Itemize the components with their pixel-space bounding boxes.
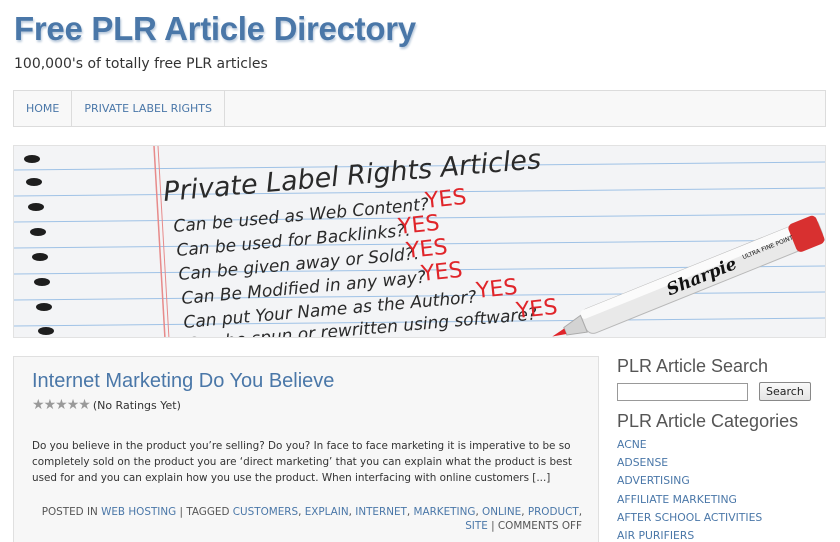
star-icon[interactable]: ★ xyxy=(44,398,57,412)
site-tagline: 100,000's of totally free PLR articles xyxy=(14,56,268,72)
category-item-air-purifiers[interactable]: AIR PURIFIERS xyxy=(617,527,827,542)
star-icon[interactable]: ★ xyxy=(78,398,91,412)
post-rating: ★ ★ ★ ★ ★ (No Ratings Yet) xyxy=(32,398,181,412)
star-icon[interactable]: ★ xyxy=(55,398,68,412)
search-input[interactable] xyxy=(617,382,748,401)
nav-item-private-label-rights[interactable]: PRIVATE LABEL RIGHTS xyxy=(72,91,225,126)
banner-answer-4: YES xyxy=(419,258,464,287)
banner-answer-6: YES xyxy=(514,295,559,324)
post-meta: POSTED IN WEB HOSTING | TAGGED CUSTOMERS… xyxy=(41,506,582,532)
banner-answer-1: YES xyxy=(423,185,468,214)
banner-notebook-image: Private Label Rights Articles Can be use… xyxy=(14,146,825,337)
post-card: Internet Marketing Do You Believe ★ ★ ★ … xyxy=(13,356,599,542)
post-excerpt: Do you believe in the product you’re sel… xyxy=(32,440,572,484)
tag-link-online[interactable]: ONLINE xyxy=(482,506,521,518)
sidebar: PLR Article Search Search PLR Article Ca… xyxy=(617,356,827,542)
tagged-label: TAGGED xyxy=(186,506,230,518)
tag-link-customers[interactable]: CUSTOMERS xyxy=(233,506,298,518)
category-item-advertising[interactable]: ADVERTISING xyxy=(617,472,827,490)
search-widget-title: PLR Article Search xyxy=(617,356,769,376)
category-list: ACNE ADSENSE ADVERTISING AFFILIATE MARKE… xyxy=(617,436,827,542)
search-button[interactable]: Search xyxy=(759,382,811,401)
category-item-adsense[interactable]: ADSENSE xyxy=(617,454,827,472)
nav-item-home[interactable]: HOME xyxy=(14,91,73,126)
star-icon[interactable]: ★ xyxy=(32,398,45,412)
tag-link-marketing[interactable]: MARKETING xyxy=(414,506,476,518)
search-form: Search xyxy=(617,382,827,401)
tag-link-product[interactable]: PRODUCT xyxy=(528,506,579,518)
banner-answer-5: YES xyxy=(474,275,519,304)
header-banner: Private Label Rights Articles Can be use… xyxy=(13,145,826,338)
category-item-affiliate-marketing[interactable]: AFFILIATE MARKETING xyxy=(617,491,827,509)
categories-widget-title: PLR Article Categories xyxy=(617,411,799,431)
posted-in-label: POSTED IN xyxy=(41,506,98,518)
rating-text: (No Ratings Yet) xyxy=(92,398,181,412)
tag-link-explain[interactable]: EXPLAIN xyxy=(305,506,349,518)
rating-stars[interactable]: ★ ★ ★ ★ ★ xyxy=(32,398,91,412)
site-title[interactable]: Free PLR Article Directory xyxy=(14,10,416,48)
post-title[interactable]: Internet Marketing Do You Believe xyxy=(32,370,334,393)
tag-link-internet[interactable]: INTERNET xyxy=(355,506,407,518)
main-navigation: HOME PRIVATE LABEL RIGHTS xyxy=(13,90,826,127)
star-icon[interactable]: ★ xyxy=(67,398,80,412)
category-link[interactable]: WEB HOSTING xyxy=(101,506,176,518)
tag-link-site[interactable]: SITE xyxy=(465,520,488,532)
category-item-acne[interactable]: ACNE xyxy=(617,436,827,454)
comments-status: COMMENTS OFF xyxy=(497,520,582,532)
category-item-after-school-activities[interactable]: AFTER SCHOOL ACTIVITIES xyxy=(617,509,827,527)
